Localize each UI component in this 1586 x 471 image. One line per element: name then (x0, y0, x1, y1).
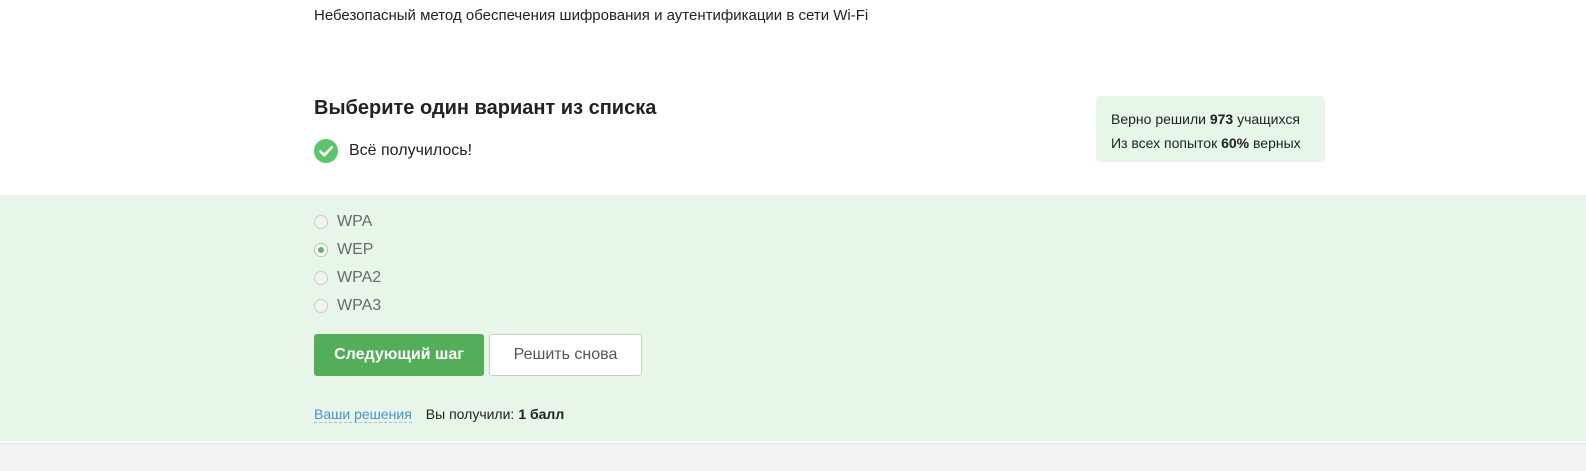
stats-solved-line: Верно решили 973 учащихся (1111, 107, 1310, 131)
option-label: WPA3 (337, 297, 382, 314)
radio-dot-icon (318, 247, 324, 253)
result-text: Всё получилось! (349, 141, 473, 159)
question-text: Небезопасный метод обеспечения шифровани… (314, 7, 869, 24)
retry-button[interactable]: Решить снова (489, 334, 642, 376)
task-heading: Выберите один вариант из списка (314, 97, 657, 119)
option-label: WEP (337, 241, 374, 258)
radio-button-selected[interactable] (314, 243, 328, 257)
stats-attempts-suffix: верных (1253, 135, 1301, 151)
stats-solved-suffix: учащихся (1237, 111, 1300, 127)
result-message: Всё получилось! (314, 138, 472, 163)
bottom-bar (0, 443, 1586, 471)
check-circle-icon (314, 138, 338, 163)
next-step-button[interactable]: Следующий шаг (314, 334, 484, 376)
option-label: WPA2 (337, 269, 382, 286)
stats-attempts-line: Из всех попыток 60% верных (1111, 131, 1310, 155)
your-solutions-link[interactable]: Ваши решения (314, 406, 412, 423)
answer-area (0, 195, 1586, 441)
score-value: 1 балл (518, 406, 565, 422)
option-label: WPA (337, 213, 373, 230)
stats-attempts-percent: 60% (1221, 135, 1250, 151)
option-item[interactable]: WPA (314, 208, 381, 236)
option-item[interactable]: WPA2 (314, 264, 381, 292)
stats-panel: Верно решили 973 учащихся Из всех попыто… (1096, 96, 1325, 162)
stats-solved-count: 973 (1209, 111, 1234, 127)
step-page: Небезопасный метод обеспечения шифровани… (0, 0, 1586, 471)
radio-button[interactable] (314, 299, 328, 313)
option-item[interactable]: WEP (314, 236, 381, 264)
score-label: Вы получили: (425, 406, 515, 422)
stats-solved-prefix: Верно решили (1111, 111, 1206, 127)
stats-attempts-prefix: Из всех попыток (1111, 135, 1218, 151)
radio-button[interactable] (314, 215, 328, 229)
option-item[interactable]: WPA3 (314, 292, 381, 320)
submission-footer: Ваши решения Вы получили: 1 балл (314, 406, 564, 423)
options-list: WPA WEP WPA2 WPA3 (314, 208, 381, 320)
radio-button[interactable] (314, 271, 328, 285)
